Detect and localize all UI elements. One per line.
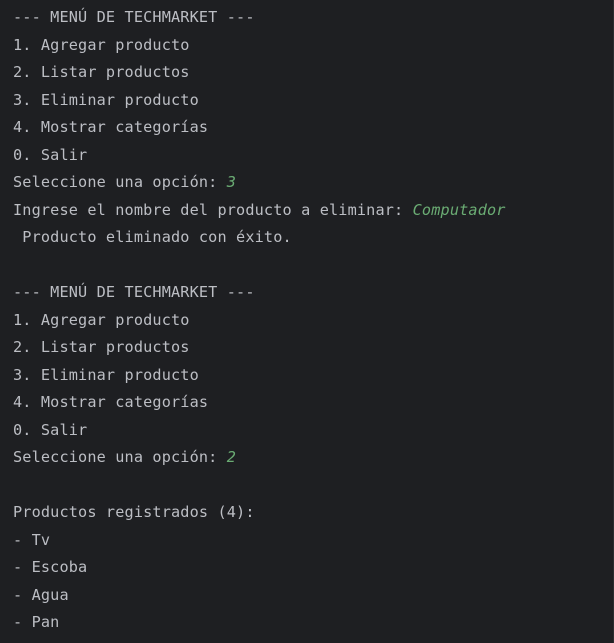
product-item: - Tv <box>13 527 614 555</box>
menu-option-list: 2. Listar productos <box>13 334 614 362</box>
line-text: 3. Eliminar producto <box>13 365 199 384</box>
user-input: 3 <box>226 173 237 191</box>
menu-option-delete: 3. Eliminar producto <box>13 87 614 115</box>
line-text: 4. Mostrar categorías <box>13 393 209 411</box>
menu-option-list: 2. Listar productos <box>13 59 614 87</box>
line-text: 4. Mostrar categorías <box>13 118 209 136</box>
delete-confirmation: Producto eliminado con éxito. <box>13 224 614 252</box>
line-text: - Tv <box>13 530 51 549</box>
menu-title: --- MENÚ DE TECHMARKET --- <box>13 4 614 32</box>
option-prompt: Seleccione una opción: 2 <box>13 444 614 472</box>
product-item: - Agua <box>13 582 614 610</box>
line-text: Producto eliminado con éxito. <box>13 228 292 246</box>
user-input: 2 <box>226 448 237 466</box>
console-output: --- MENÚ DE TECHMARKET --- 1. Agregar pr… <box>13 4 614 637</box>
menu-option-delete: 3. Eliminar producto <box>13 362 614 390</box>
line-text: 0. Salir <box>13 145 88 164</box>
menu-option-exit: 0. Salir <box>13 417 614 445</box>
line-text: 2. Listar productos <box>13 63 190 81</box>
line-text: - Pan <box>13 613 60 631</box>
menu-option-categories: 4. Mostrar categorías <box>13 389 614 417</box>
line-text: 2. Listar productos <box>13 338 190 356</box>
prompt-text: Ingrese el nombre del producto a elimina… <box>13 200 413 219</box>
line-text: --- MENÚ DE TECHMARKET --- <box>13 8 255 26</box>
menu-option-add: 1. Agregar producto <box>13 32 614 60</box>
product-item: - Escoba <box>13 554 614 582</box>
products-header: Productos registrados (4): <box>13 499 614 527</box>
menu-option-exit: 0. Salir <box>13 142 614 170</box>
option-prompt: Seleccione una opción: 3 <box>13 169 614 197</box>
product-item: - Pan <box>13 609 614 637</box>
menu-option-add: 1. Agregar producto <box>13 307 614 335</box>
line-text: Productos registrados (4): <box>13 503 255 521</box>
line-text: 3. Eliminar producto <box>13 90 199 109</box>
menu-option-categories: 4. Mostrar categorías <box>13 114 614 142</box>
delete-prompt: Ingrese el nombre del producto a elimina… <box>13 197 614 225</box>
line-text: 1. Agregar producto <box>13 310 190 329</box>
line-text: - Agua <box>13 585 69 604</box>
prompt-text: Seleccione una opción: <box>13 448 227 466</box>
line-text: --- MENÚ DE TECHMARKET --- <box>13 283 255 301</box>
user-input: Computador <box>412 200 506 219</box>
line-text: 0. Salir <box>13 420 88 439</box>
line-text: - Escoba <box>13 558 88 576</box>
menu-title: --- MENÚ DE TECHMARKET --- <box>13 279 614 307</box>
prompt-text: Seleccione una opción: <box>13 173 227 191</box>
line-text: 1. Agregar producto <box>13 35 190 54</box>
